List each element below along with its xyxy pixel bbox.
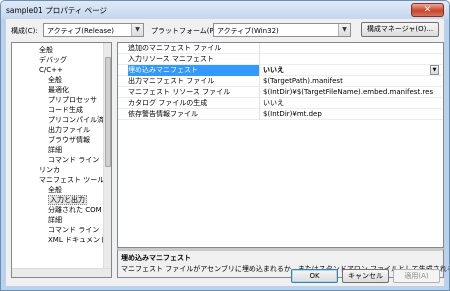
chevron-down-icon[interactable]: ▼ <box>430 65 439 75</box>
property-name: マニフェスト リソース ファイル <box>128 87 260 98</box>
tree-item[interactable]: 分離された COM <box>48 205 102 215</box>
close-button[interactable]: ✕ <box>411 3 444 17</box>
tree-item[interactable]: 全般 <box>48 75 62 85</box>
tree-item[interactable]: コマンド ライン <box>48 225 99 235</box>
property-value[interactable]: $(IntDir)¥mt.dep <box>263 109 433 120</box>
window-title: sample01 プロパティ ページ <box>6 6 107 15</box>
platform-label: プラットフォーム(P): <box>151 27 219 35</box>
property-value[interactable] <box>263 54 433 65</box>
tree-item[interactable]: プリコンパイル済ヘ <box>48 115 111 125</box>
tree-item[interactable]: 出力ファイル <box>48 125 90 135</box>
configuration-manager-button[interactable]: 構成マネージャ(O)... <box>361 22 439 37</box>
property-name: 入力リソース マニフェスト <box>128 54 260 65</box>
platform-combo[interactable]: アクティブ(Win32) ▼ <box>213 23 351 37</box>
configuration-combo[interactable]: アクティブ(Release) ▼ <box>43 23 144 37</box>
chevron-down-icon[interactable]: ▼ <box>338 24 350 36</box>
property-grid[interactable]: 追加のマニフェスト ファイル 入力リソース マニフェスト 埋め込みマニフェスト … <box>117 42 444 248</box>
dialog-client-area: 構成(C): アクティブ(Release) ▼ プラットフォーム(P): アクテ… <box>6 19 449 286</box>
apply-button[interactable]: 適用(A) <box>393 269 440 283</box>
tree-vertical-scrollbar[interactable] <box>103 43 111 268</box>
property-value[interactable]: いいえ <box>263 65 431 76</box>
property-row-selected[interactable]: 埋め込みマニフェスト いいえ ▼ <box>118 65 443 76</box>
property-row[interactable]: 依存警告情報ファイル $(IntDir)¥mt.dep <box>118 109 443 120</box>
property-value[interactable] <box>263 43 433 54</box>
cancel-button[interactable]: キャンセル <box>342 269 389 283</box>
property-row[interactable]: 入力リソース マニフェスト <box>118 54 443 65</box>
category-tree[interactable]: 全般 デバッグ C/C++ 全般 最適化 プリプロセッサ コード生成 プリコンパ… <box>11 42 112 278</box>
property-row[interactable]: マニフェスト リソース ファイル $(IntDir)¥$(TargetFileN… <box>118 87 443 98</box>
property-name: 出力マニフェスト ファイル <box>128 76 260 87</box>
property-pages-window: sample01 プロパティ ページ ✕ 構成(C): アクティブ(Releas… <box>0 0 450 291</box>
property-name: 追加のマニフェスト ファイル <box>128 43 260 54</box>
tree-item[interactable]: コード生成 <box>48 105 83 115</box>
property-row[interactable]: 出力マニフェスト ファイル $(TargetPath).manifest <box>118 76 443 87</box>
platform-value: アクティブ(Win32) <box>217 27 279 35</box>
tree-item[interactable]: 全般 <box>39 45 53 55</box>
tree-item[interactable]: デバッグ <box>39 55 67 65</box>
tree-item[interactable]: コマンド ライン <box>48 155 99 165</box>
property-value[interactable]: $(IntDir)¥$(TargetFileName).embed.manife… <box>263 87 433 98</box>
title-bar[interactable]: sample01 プロパティ ページ ✕ <box>1 1 449 19</box>
tree-item[interactable]: C/C++ <box>39 65 63 75</box>
scroll-thumb[interactable] <box>105 57 111 167</box>
property-name: 埋め込みマニフェスト <box>128 65 260 76</box>
property-value[interactable]: いいえ <box>263 98 433 109</box>
tree-horizontal-scrollbar[interactable] <box>12 268 111 277</box>
chevron-down-icon[interactable]: ▼ <box>131 24 143 36</box>
property-name: カタログ ファイルの生成 <box>128 98 260 109</box>
ok-button[interactable]: OK <box>291 269 338 283</box>
property-row[interactable]: 追加のマニフェスト ファイル <box>118 43 443 54</box>
tree-item[interactable]: 全般 <box>48 185 62 195</box>
tree-item[interactable]: リンカ <box>39 165 60 175</box>
tree-item[interactable]: プリプロセッサ <box>48 95 97 105</box>
tree-item[interactable]: 詳細 <box>48 215 62 225</box>
configuration-label: 構成(C): <box>11 27 38 35</box>
tree-item[interactable]: 詳細 <box>48 145 62 155</box>
tree-item[interactable]: ブラウザ情報 <box>48 135 90 145</box>
tree-item-selected[interactable]: 入力と出力 <box>48 195 87 205</box>
tree-item[interactable]: 最適化 <box>48 85 69 95</box>
property-value[interactable]: $(TargetPath).manifest <box>263 76 433 87</box>
property-row[interactable]: カタログ ファイルの生成 いいえ <box>118 98 443 109</box>
property-name: 依存警告情報ファイル <box>128 109 260 120</box>
configuration-value: アクティブ(Release) <box>47 27 115 35</box>
tree-item[interactable]: マニフェスト ツール <box>39 175 104 185</box>
description-title: 埋め込みマニフェスト <box>121 254 191 262</box>
